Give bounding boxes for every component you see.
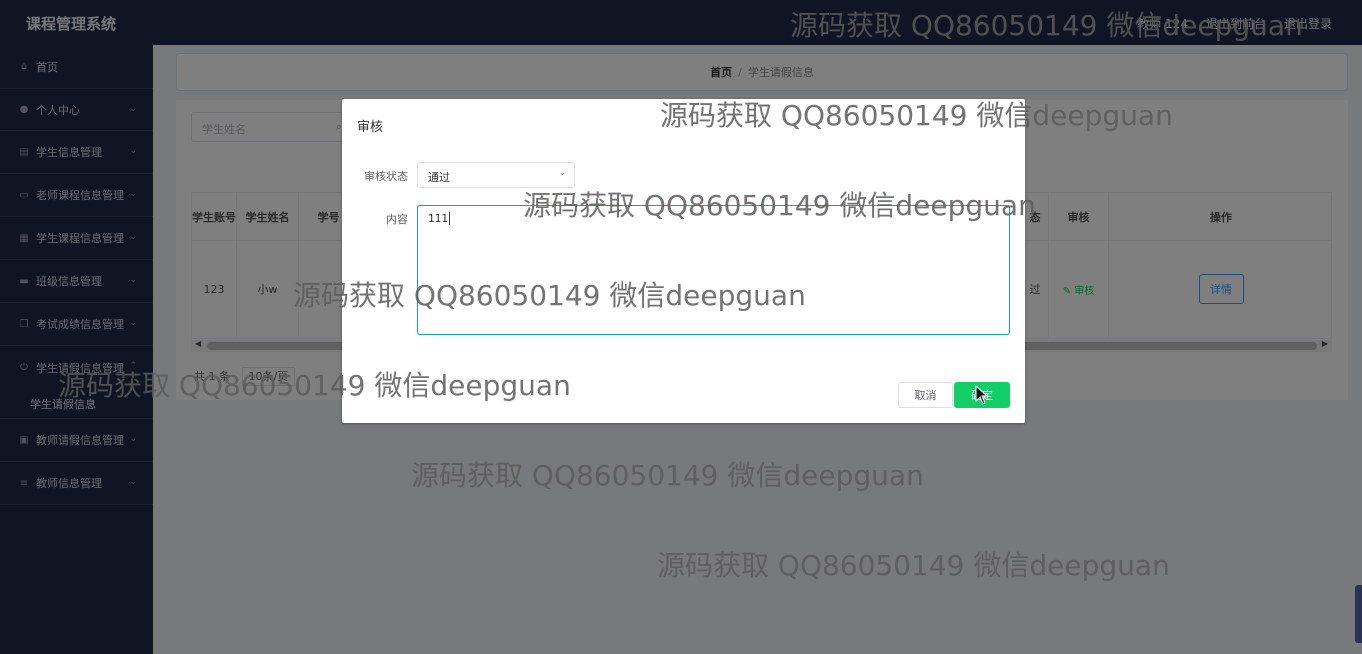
text-caret <box>448 212 450 225</box>
dialog-title: 审核 <box>357 120 384 135</box>
content-text: 111 <box>428 212 448 225</box>
status-label: 审核状态 <box>364 170 408 183</box>
mouse-cursor-icon <box>975 385 989 405</box>
audit-dialog: 审核 审核状态 通过 ⌄ 内容 111 取消 确定 <box>342 99 1025 423</box>
chevron-down-icon: ⌄ <box>558 168 566 178</box>
status-select-value: 通过 <box>428 171 450 184</box>
side-widget-handle[interactable] <box>1355 585 1362 643</box>
content-label: 内容 <box>386 213 408 226</box>
content-textarea[interactable]: 111 <box>417 205 1010 335</box>
cancel-button[interactable]: 取消 <box>898 382 953 408</box>
status-select[interactable]: 通过 ⌄ <box>417 162 575 188</box>
